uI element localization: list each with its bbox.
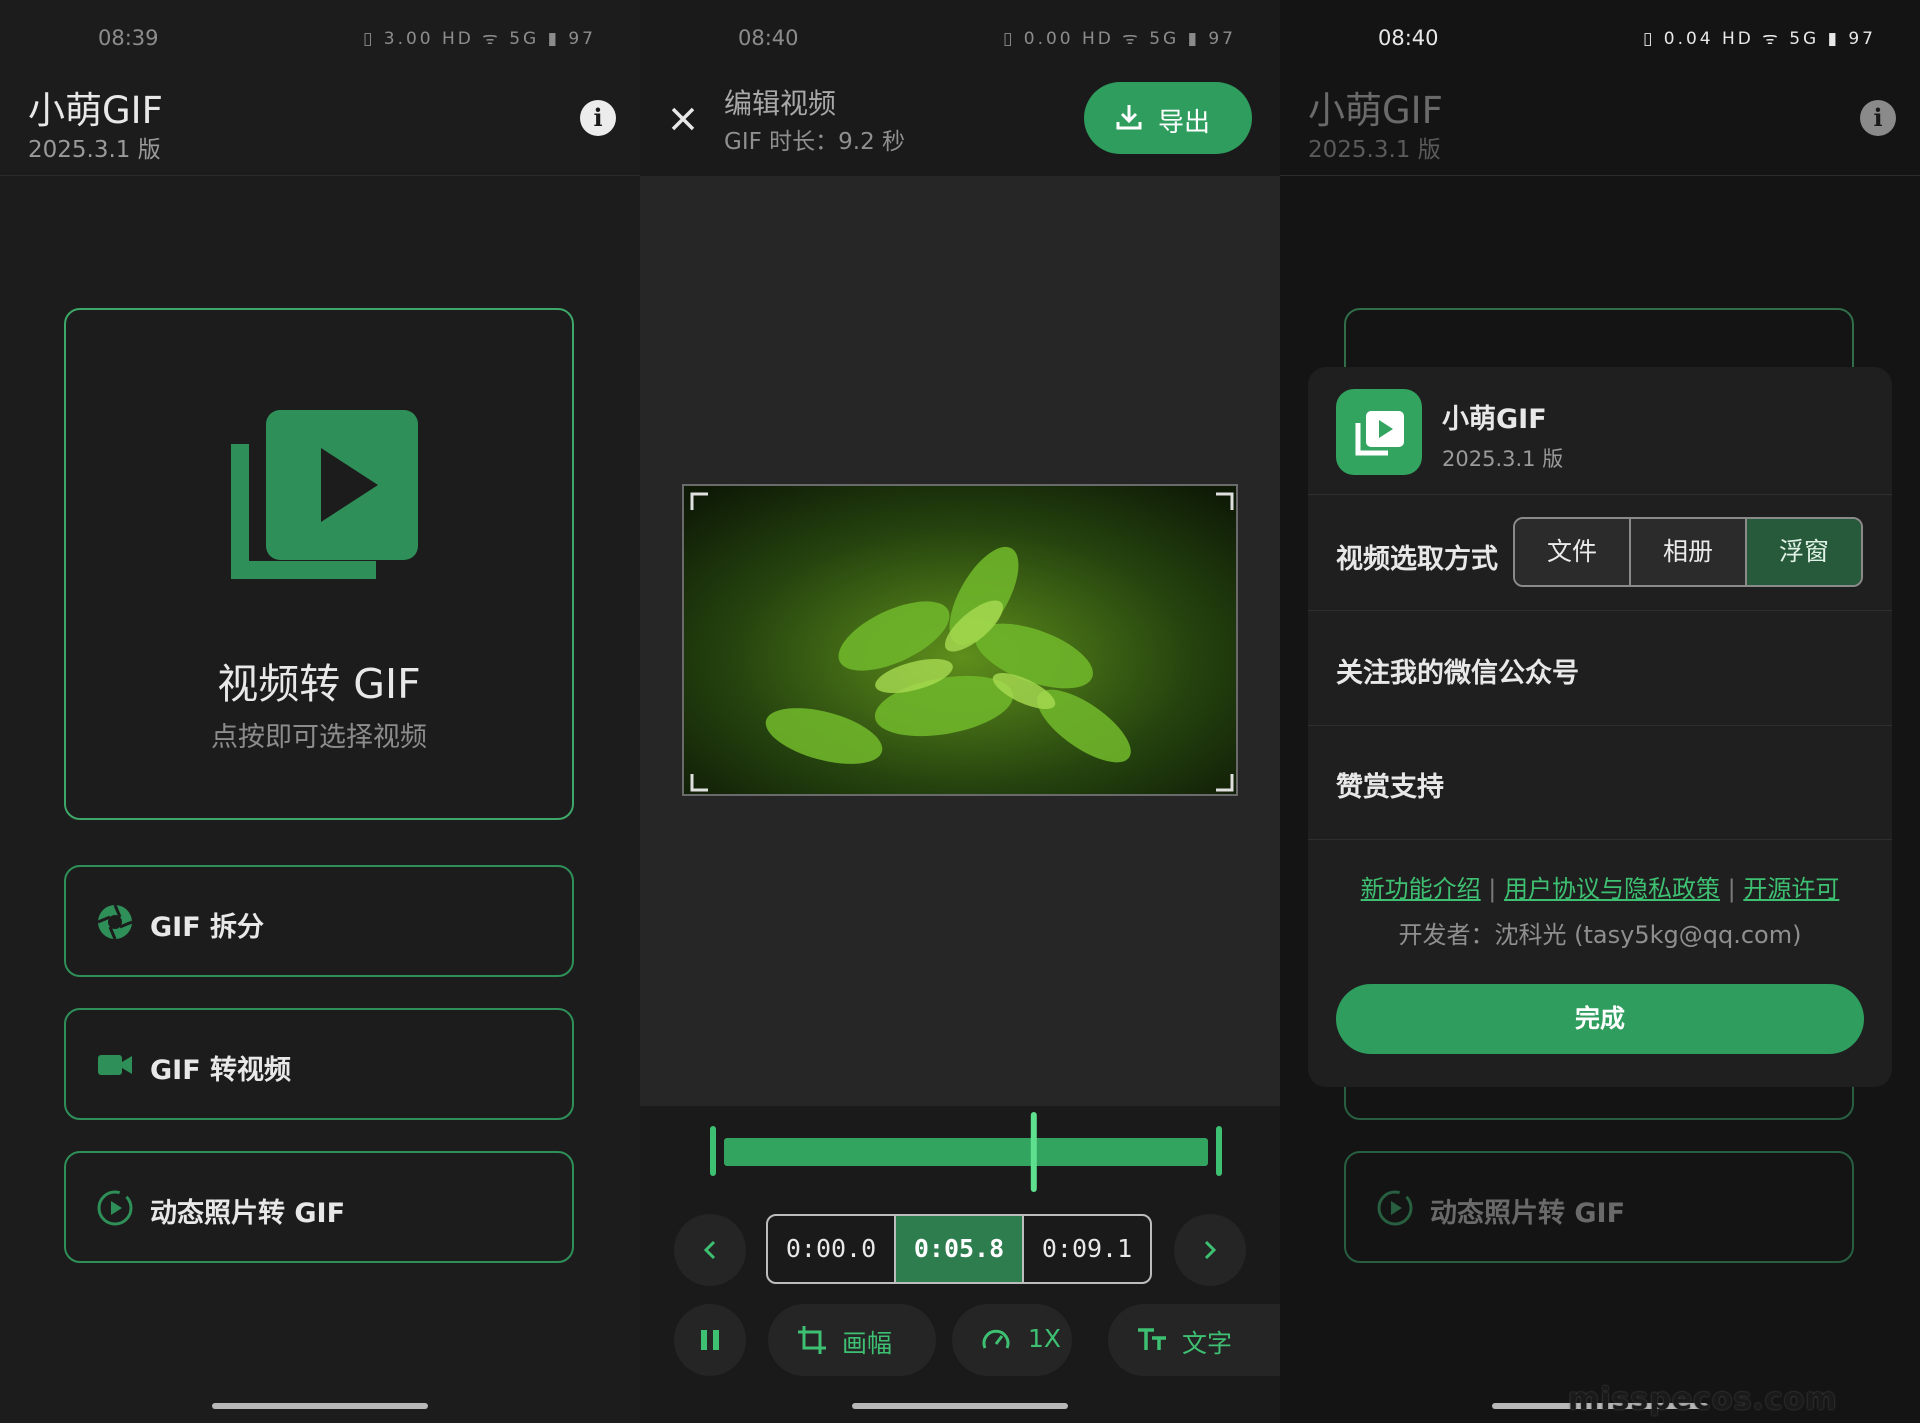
- follow-wechat-row[interactable]: 关注我的微信公众号: [1336, 651, 1579, 690]
- crop-button[interactable]: 画幅: [768, 1304, 936, 1376]
- app-logo-icon: [1336, 389, 1422, 475]
- live-photo-to-gif-button[interactable]: 动态照片转 GIF: [64, 1151, 574, 1263]
- done-button[interactable]: 完成: [1336, 984, 1864, 1054]
- sheet-app-name: 小萌GIF: [1442, 404, 1547, 435]
- terms-link[interactable]: 用户协议与隐私政策: [1504, 875, 1720, 903]
- status-bar: 08:39 ▯ 3.00 HD ᯤ 5G ▮ 97: [0, 26, 640, 56]
- links-row: 新功能介绍 | 用户协议与隐私政策 | 开源许可: [1308, 869, 1892, 904]
- aperture-icon: [97, 904, 133, 940]
- close-icon[interactable]: [668, 104, 698, 134]
- status-time: 08:39: [98, 26, 159, 50]
- header-divider: [0, 175, 640, 176]
- status-bar: 08:40 ▯ 0.00 HD ᯤ 5G ▮ 97: [640, 26, 1280, 56]
- download-icon: [1116, 105, 1142, 130]
- link-separator: |: [1727, 875, 1736, 903]
- divider: [1308, 610, 1892, 611]
- status-icons: ▯ 3.00 HD ᯤ 5G ▮ 97: [363, 29, 596, 49]
- chevron-right-icon: [1204, 1240, 1217, 1260]
- home-indicator[interactable]: [212, 1403, 428, 1409]
- card-title: 视频转 GIF: [217, 660, 421, 708]
- app-title: 小萌GIF: [1308, 89, 1443, 132]
- license-link[interactable]: 开源许可: [1743, 875, 1839, 903]
- pause-icon: [701, 1330, 719, 1350]
- text-icon: [1138, 1328, 1166, 1350]
- gif-split-button[interactable]: GIF 拆分: [64, 865, 574, 977]
- export-label: 导出: [1158, 108, 1211, 138]
- video-gif-logo-icon: [1355, 411, 1404, 456]
- home-screen: 08:39 ▯ 3.00 HD ᯤ 5G ▮ 97 小萌GIF 2025.3.1…: [0, 0, 640, 1423]
- developer-credit: 开发者：沈科光 (tasy5kg@qq.com): [1398, 921, 1802, 949]
- leaves-thumbnail: [684, 486, 1236, 794]
- video-camera-icon: [98, 1055, 132, 1075]
- header-divider: [1280, 175, 1920, 176]
- home-indicator[interactable]: [852, 1403, 1068, 1409]
- current-timecode[interactable]: 0:05.8: [894, 1216, 1022, 1282]
- info-icon[interactable]: i: [1860, 100, 1896, 136]
- features-link[interactable]: 新功能介绍: [1361, 875, 1481, 903]
- pick-method-selector: 文件 相册 浮窗: [1513, 517, 1863, 587]
- video-preview-area: [640, 176, 1280, 1106]
- divider: [1308, 839, 1892, 840]
- video-gif-logo-icon: [231, 410, 418, 579]
- about-screen: 08:40 ▯ 0.04 HD ᯤ 5G ▮ 97 小萌GIF 2025.3.1…: [1280, 0, 1920, 1423]
- video-to-gif-card[interactable]: 视频转 GIF 点按即可选择视频: [64, 308, 574, 820]
- timecode-group: 0:00.0 0:05.8 0:09.1: [766, 1214, 1152, 1284]
- row-label: GIF 拆分: [150, 912, 265, 943]
- trim-timeline[interactable]: [710, 1112, 1222, 1192]
- speed-label: 1X: [1028, 1324, 1062, 1353]
- live-photo-icon: [1377, 1190, 1413, 1226]
- pick-option-album[interactable]: 相册: [1629, 519, 1745, 585]
- pick-option-floating[interactable]: 浮窗: [1745, 519, 1861, 585]
- row-label: 动态照片转 GIF: [1430, 1198, 1626, 1229]
- status-icons: ▯ 0.04 HD ᯤ 5G ▮ 97: [1643, 29, 1876, 49]
- row-label: 动态照片转 GIF: [150, 1198, 346, 1229]
- speedometer-icon: [982, 1329, 1010, 1349]
- chevron-left-icon: [703, 1240, 716, 1260]
- status-time: 08:40: [738, 26, 799, 50]
- pause-button[interactable]: [674, 1304, 746, 1376]
- sheet-app-version: 2025.3.1 版: [1442, 447, 1564, 471]
- divider: [1308, 494, 1892, 495]
- status-bar: 08:40 ▯ 0.04 HD ᯤ 5G ▮ 97: [1280, 26, 1920, 56]
- start-timecode[interactable]: 0:00.0: [768, 1216, 894, 1282]
- pick-option-file[interactable]: 文件: [1515, 519, 1629, 585]
- gif-to-video-button[interactable]: GIF 转视频: [64, 1008, 574, 1120]
- crop-icon: [798, 1326, 826, 1354]
- pick-method-label: 视频选取方式: [1336, 544, 1498, 575]
- text-button[interactable]: 文字: [1108, 1304, 1280, 1376]
- link-separator: |: [1488, 875, 1497, 903]
- text-label: 文字: [1182, 1329, 1233, 1358]
- donate-row[interactable]: 赞赏支持: [1336, 765, 1444, 804]
- crop-label: 画幅: [842, 1329, 893, 1358]
- divider: [1308, 725, 1892, 726]
- info-icon[interactable]: i: [580, 100, 616, 136]
- trim-start-handle[interactable]: [710, 1126, 716, 1176]
- export-button[interactable]: 导出: [1084, 82, 1252, 154]
- card-subtitle: 点按即可选择视频: [211, 722, 427, 753]
- speed-button[interactable]: 1X: [952, 1304, 1072, 1376]
- live-photo-to-gif-button: 动态照片转 GIF: [1344, 1151, 1854, 1263]
- end-timecode[interactable]: 0:09.1: [1022, 1216, 1150, 1282]
- previous-frame-button[interactable]: [674, 1214, 746, 1286]
- gif-duration: GIF 时长：9.2 秒: [724, 129, 906, 155]
- app-version: 2025.3.1 版: [28, 137, 161, 163]
- selected-range: [724, 1138, 1208, 1166]
- edit-title: 编辑视频: [724, 87, 837, 120]
- app-version: 2025.3.1 版: [1308, 137, 1441, 163]
- edit-screen: 08:40 ▯ 0.00 HD ᯤ 5G ▮ 97 编辑视频 GIF 时长：9.…: [640, 0, 1280, 1423]
- status-time: 08:40: [1378, 26, 1439, 50]
- status-icons: ▯ 0.00 HD ᯤ 5G ▮ 97: [1003, 29, 1236, 49]
- app-title: 小萌GIF: [28, 89, 163, 132]
- live-photo-icon: [97, 1190, 133, 1226]
- trim-end-handle[interactable]: [1216, 1126, 1222, 1176]
- row-label: GIF 转视频: [150, 1055, 292, 1086]
- next-frame-button[interactable]: [1174, 1214, 1246, 1286]
- watermark: misspecos.com: [1568, 1382, 1838, 1417]
- playhead[interactable]: [1030, 1112, 1037, 1192]
- video-frame[interactable]: [682, 484, 1238, 796]
- about-sheet: 小萌GIF 2025.3.1 版 视频选取方式 文件 相册 浮窗 关注我的微信公…: [1308, 367, 1892, 1087]
